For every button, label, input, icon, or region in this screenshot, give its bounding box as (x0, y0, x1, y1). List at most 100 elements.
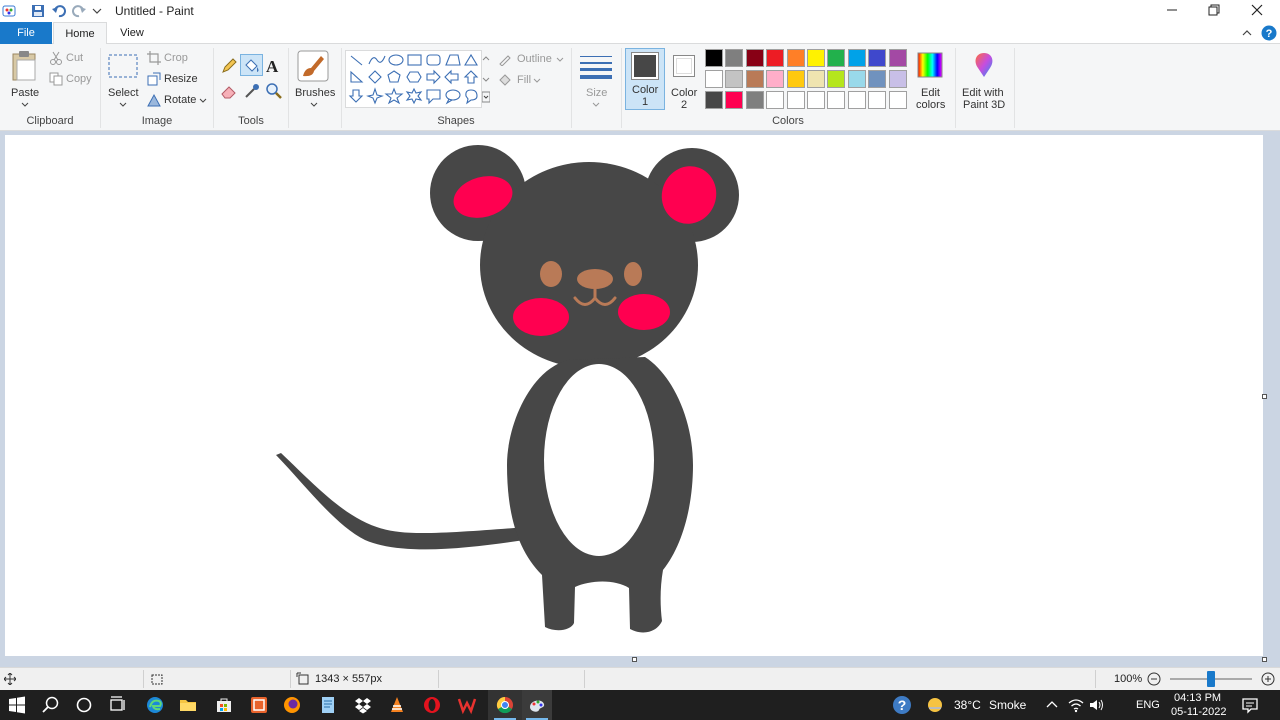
paste-button[interactable]: Paste (6, 48, 44, 110)
collapse-ribbon-icon[interactable] (1241, 27, 1253, 39)
resize-handle-bottom[interactable] (632, 657, 637, 662)
palette-swatch[interactable] (807, 49, 825, 67)
clock-time[interactable]: 04:13 PM (1174, 692, 1221, 704)
palette-swatch[interactable] (868, 91, 887, 109)
file-explorer-icon[interactable] (178, 695, 198, 715)
palette-swatch[interactable] (868, 49, 887, 67)
palette-swatch[interactable] (868, 70, 887, 88)
color2-button[interactable]: Color 2 (668, 48, 702, 111)
chrome-taskbar-button[interactable] (488, 690, 522, 720)
palette-swatch[interactable] (786, 91, 805, 109)
canvas-workspace[interactable] (0, 131, 1280, 667)
resize-handle-right[interactable] (1262, 394, 1267, 399)
dropbox-icon[interactable] (353, 695, 373, 715)
palette-swatch[interactable] (725, 49, 744, 67)
weather-sun-icon[interactable] (925, 695, 945, 715)
palette-swatch[interactable] (827, 70, 846, 88)
palette-swatch[interactable] (766, 91, 785, 109)
tab-home[interactable]: Home (53, 22, 107, 45)
palette-swatch[interactable] (705, 91, 723, 109)
palette-swatch[interactable] (888, 70, 907, 88)
cut-button[interactable]: Cut (48, 50, 96, 66)
magnifier-icon[interactable] (265, 82, 283, 100)
brushes-button[interactable]: Brushes (292, 48, 336, 110)
palette-swatch[interactable] (847, 91, 866, 109)
palette-swatch[interactable] (827, 91, 846, 109)
shapes-scroll-icon[interactable] (482, 54, 490, 106)
outline-button[interactable]: Outline (498, 51, 568, 67)
color1-button[interactable]: Color 1 (625, 48, 665, 110)
edit-colors-button[interactable]: Edit colors (912, 48, 950, 111)
palette-swatch[interactable] (725, 70, 744, 88)
resize-button[interactable]: Resize (146, 71, 206, 87)
palette-swatch[interactable] (766, 70, 785, 88)
palette-swatch[interactable] (827, 49, 846, 67)
minimize-icon[interactable] (1164, 2, 1180, 18)
save-icon[interactable] (31, 4, 45, 18)
cortana-icon[interactable] (74, 695, 94, 715)
paint-taskbar-button[interactable] (522, 690, 552, 720)
zoom-in-icon[interactable] (1261, 672, 1275, 686)
copy-button[interactable]: Copy (48, 71, 96, 87)
tab-file[interactable]: File (0, 22, 52, 44)
paint-app-icon[interactable] (2, 4, 16, 18)
palette-swatch[interactable] (807, 91, 825, 109)
windows-start-icon[interactable] (7, 695, 27, 715)
resize-handle-corner[interactable] (1262, 657, 1267, 662)
chevron-up-icon[interactable] (1042, 695, 1062, 715)
edge-icon[interactable] (145, 695, 165, 715)
task-view-icon[interactable] (108, 695, 128, 715)
search-icon[interactable] (41, 695, 61, 715)
palette-swatch[interactable] (847, 49, 866, 67)
palette-swatch[interactable] (786, 49, 805, 67)
color-picker-icon[interactable] (243, 82, 261, 100)
edit-with-paint3d-button[interactable]: Edit with Paint 3D (958, 48, 1010, 111)
help-icon[interactable]: ? (1261, 25, 1277, 41)
palette-swatch[interactable] (745, 49, 764, 67)
zoom-slider-thumb[interactable] (1207, 671, 1215, 687)
palette-swatch[interactable] (786, 70, 805, 88)
palette-swatch[interactable] (766, 49, 785, 67)
palette-swatch[interactable] (725, 91, 744, 109)
drawing-canvas[interactable] (5, 135, 1263, 656)
fill-button[interactable]: Fill (498, 72, 548, 88)
tab-view[interactable]: View (108, 22, 156, 44)
zoom-out-icon[interactable] (1147, 672, 1161, 686)
close-icon[interactable] (1249, 2, 1265, 18)
notifications-icon[interactable] (1240, 695, 1260, 715)
firefox-icon[interactable] (282, 695, 302, 715)
vlc-icon[interactable] (387, 695, 407, 715)
app-orange-icon[interactable] (249, 695, 269, 715)
weather-condition[interactable]: Smoke (989, 698, 1026, 712)
undo-icon[interactable] (52, 4, 66, 18)
palette-swatch[interactable] (888, 91, 907, 109)
language-indicator[interactable]: ENG (1136, 699, 1160, 711)
help-circle-icon[interactable]: ? (892, 695, 912, 715)
eraser-icon[interactable] (220, 82, 238, 100)
volume-icon[interactable] (1087, 695, 1107, 715)
pencil-icon[interactable] (220, 57, 238, 75)
opera-icon[interactable] (422, 695, 442, 715)
notes-icon[interactable] (318, 695, 338, 715)
wps-office-icon[interactable] (457, 695, 477, 715)
size-button[interactable]: Size (576, 48, 616, 112)
fill-tool-button[interactable] (240, 54, 263, 76)
wifi-icon[interactable] (1066, 695, 1086, 715)
palette-swatch[interactable] (745, 91, 764, 109)
palette-swatch[interactable] (705, 49, 723, 67)
weather-temp[interactable]: 38°C (954, 698, 981, 712)
crop-button[interactable]: Crop (146, 50, 206, 66)
palette-swatch[interactable] (888, 49, 907, 67)
redo-icon[interactable] (72, 4, 86, 18)
palette-swatch[interactable] (705, 70, 723, 88)
palette-swatch[interactable] (745, 70, 764, 88)
clock-date[interactable]: 05-11-2022 (1171, 706, 1226, 718)
palette-swatch[interactable] (847, 70, 866, 88)
select-button[interactable]: Select (104, 48, 142, 110)
palette-swatch[interactable] (807, 70, 825, 88)
rotate-button[interactable]: Rotate (146, 92, 210, 108)
customize-quick-access-icon[interactable] (92, 6, 102, 16)
store-icon[interactable] (214, 695, 234, 715)
restore-icon[interactable] (1206, 2, 1222, 18)
text-icon[interactable]: A (265, 57, 281, 75)
